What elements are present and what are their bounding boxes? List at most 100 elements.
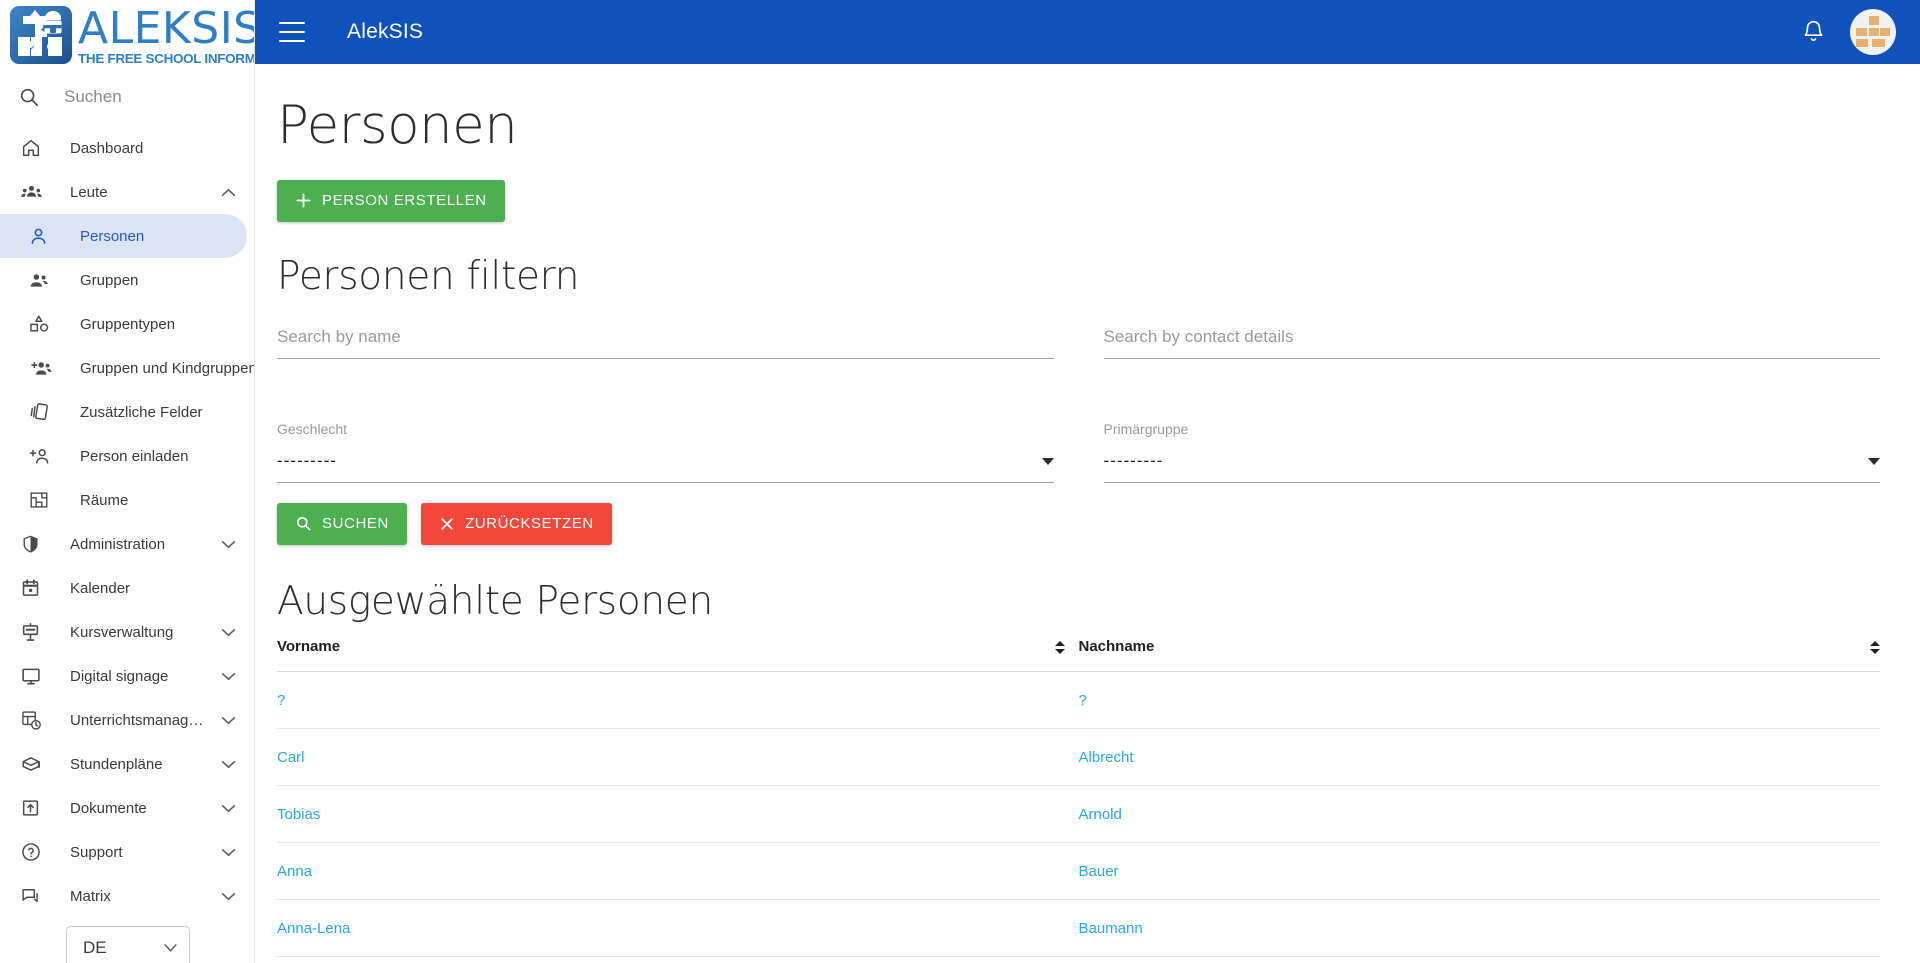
sidebar-item-stundenplaene[interactable]: Stundenpläne	[0, 742, 254, 786]
primary-group-label: Primärgruppe	[1103, 420, 1189, 437]
sidebar: ALEKSIS THE FREE SCHOOL INFORMATION SYST…	[0, 0, 255, 963]
close-icon	[439, 516, 455, 532]
presentation-icon	[20, 621, 46, 643]
graduation-cap-icon	[20, 753, 46, 775]
chevron-down-icon[interactable]	[220, 668, 236, 684]
field-underline	[277, 481, 1054, 483]
sidebar-item-kalender[interactable]: Kalender	[0, 566, 254, 610]
person-link[interactable]: ?	[277, 692, 285, 709]
person-add-icon	[28, 446, 54, 467]
create-button-row: PERSON ERSTELLEN	[277, 179, 1880, 222]
gender-select[interactable]: ---------	[277, 451, 1054, 482]
chevron-down-icon[interactable]	[220, 844, 236, 860]
language-select[interactable]: DE	[66, 926, 190, 963]
aleksis-logo-icon	[10, 6, 72, 64]
person-link[interactable]: Baumann	[1079, 920, 1143, 937]
person-link[interactable]: Carl	[277, 749, 305, 766]
sidebar-item-gruppen-und-kindgruppen[interactable]: Gruppen und Kindgruppen	[0, 346, 254, 390]
sidebar-item-unterrichtsmanagement[interactable]: Unterrichtsmanag…	[0, 698, 254, 742]
sidebar-search[interactable]: Suchen	[0, 72, 254, 122]
sidebar-item-label: Zusätzliche Felder	[80, 403, 203, 421]
sidebar-item-label: Gruppen	[80, 271, 139, 289]
cell-first-name: Anna-Lena	[277, 899, 1079, 957]
sidebar-item-support[interactable]: Support	[0, 830, 254, 874]
sidebar-item-administration[interactable]: Administration	[0, 522, 254, 566]
person-link[interactable]: Albrecht	[1079, 749, 1134, 766]
cell-last-name: Albrecht	[1078, 728, 1880, 786]
chevron-down-icon[interactable]	[220, 624, 236, 640]
chevron-down-icon	[1868, 457, 1880, 465]
table-row[interactable]: Anna-Lena Baumann	[277, 899, 1880, 957]
sidebar-item-gruppentypen[interactable]: Gruppentypen	[0, 302, 254, 346]
sidebar-item-person-einladen[interactable]: Person einladen	[0, 434, 254, 478]
chevron-down-icon[interactable]	[220, 536, 236, 552]
person-icon	[28, 226, 54, 247]
person-link[interactable]: Anna-Lena	[277, 920, 350, 937]
sidebar-item-dashboard[interactable]: Dashboard	[0, 126, 254, 170]
table-row[interactable]: Carl Albrecht	[277, 728, 1880, 786]
sidebar-item-leute[interactable]: Leute	[0, 170, 254, 214]
sidebar-item-label: Person einladen	[80, 447, 189, 465]
sort-toggle-icon[interactable]	[1870, 641, 1880, 655]
app-bar: AlekSIS	[255, 0, 1920, 64]
schedule-icon	[20, 709, 46, 731]
shapes-icon	[28, 313, 54, 335]
sidebar-item-kursverwaltung[interactable]: Kursverwaltung	[0, 610, 254, 654]
person-link[interactable]: Anna	[277, 863, 312, 880]
chevron-down-icon[interactable]	[220, 888, 236, 904]
bell-icon[interactable]	[1801, 19, 1826, 46]
hamburger-icon[interactable]	[279, 22, 305, 42]
cell-first-name: Anna	[277, 842, 1079, 900]
sidebar-item-raeume[interactable]: Räume	[0, 478, 254, 522]
sidebar-item-gruppen[interactable]: Gruppen	[0, 258, 254, 302]
persons-table: Vorname Nachname ? ? Carl Albrecht Tobia…	[277, 623, 1880, 957]
sidebar-item-label: Kursverwaltung	[70, 623, 174, 641]
sidebar-item-digital-signage[interactable]: Digital signage	[0, 654, 254, 698]
sidebar-item-zusaetzliche-felder[interactable]: Zusätzliche Felder	[0, 390, 254, 434]
search-icon	[18, 86, 40, 108]
person-link[interactable]: Tobias	[277, 806, 320, 823]
chevron-down-icon	[1041, 457, 1054, 465]
cell-last-name: Bauer	[1078, 842, 1880, 900]
home-icon	[20, 137, 46, 159]
sidebar-item-label: Personen	[80, 227, 145, 245]
reset-button[interactable]: ZURÜCKSETZEN	[420, 502, 612, 545]
sidebar-item-label: Dashboard	[70, 139, 144, 157]
brand-tagline: THE FREE SCHOOL INFORMATION SYSTEM	[78, 51, 255, 66]
name-search-placeholder: Search by name	[277, 326, 401, 346]
person-link[interactable]: Bauer	[1079, 863, 1119, 880]
gender-select-field[interactable]: Geschlecht ---------	[277, 417, 1054, 483]
person-link[interactable]: Arnold	[1079, 806, 1122, 823]
layers-icon	[28, 401, 54, 423]
table-row[interactable]: ? ?	[277, 671, 1880, 729]
person-link[interactable]: ?	[1079, 692, 1087, 709]
name-search-field[interactable]: Search by name	[277, 323, 1054, 359]
sidebar-item-dokumente[interactable]: Dokumente	[0, 786, 254, 830]
table-row[interactable]: Anna Bauer	[277, 842, 1880, 900]
table-row[interactable]: Tobias Arnold	[277, 785, 1880, 843]
contact-search-placeholder: Search by contact details	[1103, 326, 1294, 346]
language-select-value: DE	[83, 938, 107, 957]
help-circle-icon	[20, 841, 46, 863]
table-body: ? ? Carl Albrecht Tobias Arnold Anna Bau…	[277, 671, 1880, 957]
primary-group-select-field[interactable]: Primärgruppe ---------	[1103, 417, 1880, 483]
contact-search-field[interactable]: Search by contact details	[1103, 323, 1880, 359]
search-button[interactable]: SUCHEN	[277, 502, 407, 545]
sidebar-item-personen[interactable]: Personen	[0, 214, 247, 258]
create-person-button[interactable]: PERSON ERSTELLEN	[277, 179, 505, 222]
chevron-down-icon[interactable]	[220, 712, 236, 728]
sidebar-item-label: Gruppen und Kindgruppen	[80, 359, 255, 377]
brand-logo[interactable]: ALEKSIS THE FREE SCHOOL INFORMATION SYST…	[0, 0, 254, 70]
sort-toggle-icon[interactable]	[1054, 641, 1065, 655]
cell-first-name: Tobias	[277, 785, 1079, 843]
avatar[interactable]	[1850, 9, 1896, 55]
primary-group-select[interactable]: ---------	[1104, 451, 1880, 482]
chevron-up-icon[interactable]	[220, 184, 236, 200]
chevron-down-icon[interactable]	[220, 756, 236, 772]
column-header-nachname[interactable]: Nachname	[1078, 623, 1880, 672]
sidebar-item-label: Kalender	[70, 579, 131, 597]
chevron-down-icon[interactable]	[220, 800, 236, 816]
column-header-vorname[interactable]: Vorname	[277, 623, 1079, 672]
sidebar-item-matrix[interactable]: Matrix	[0, 874, 254, 918]
